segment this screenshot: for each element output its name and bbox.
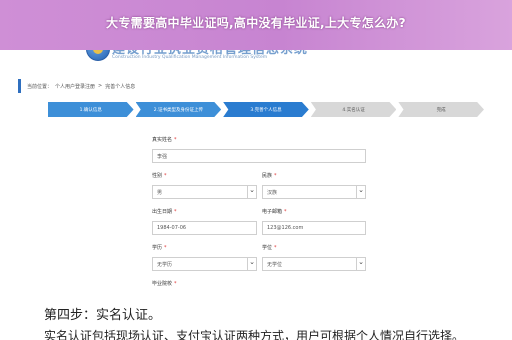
step-body: 实名认证包括现场认证、支付宝认证两种方式，用户可根据个人情况自行选择。 <box>44 329 465 340</box>
progress-steps: 1.确认信息 2.证书类型及身份证上传 3.完善个人信息 4.实名认证 完成 <box>48 102 486 117</box>
gender-label: 性别 * <box>152 173 167 179</box>
breadcrumb-item-login[interactable]: 个人用户登录注册 <box>55 83 95 90</box>
step-heading: 第四步：实名认证。 <box>44 308 162 323</box>
degree-select[interactable]: 无学位 <box>262 257 366 271</box>
breadcrumb-prefix: 当前位置： <box>27 83 53 90</box>
email-label: 电子邮箱 * <box>262 209 287 215</box>
real-name-input[interactable]: 李强 <box>152 149 366 163</box>
breadcrumb-item-current: 完善个人信息 <box>105 83 136 90</box>
email-input[interactable]: 123@126.com <box>262 221 366 235</box>
real-name-label: 真实姓名 * <box>152 137 177 143</box>
school-label: 毕业院校 * <box>152 281 177 287</box>
article-text: 第四步：实名认证。 实名认证包括现场认证、支付宝认证两种方式，用户可根据个人情况… <box>0 296 512 340</box>
screenshot-panel: 建设行业执业资格管理信息系统 Construction Industry Qua… <box>18 28 496 296</box>
education-label: 学历 * <box>152 245 167 251</box>
step-verification: 4.实名认证 <box>310 102 397 117</box>
degree-label: 学位 * <box>262 245 277 251</box>
breadcrumb-separator: > <box>98 83 103 89</box>
ethnicity-select[interactable]: 汉族 <box>262 185 366 199</box>
ethnicity-label: 民族 * <box>262 173 277 179</box>
birth-date-input[interactable]: 1984-07-06 <box>152 221 257 235</box>
step-personal-info: 3.完善个人信息 <box>223 102 309 117</box>
gender-select[interactable]: 男 <box>152 185 257 199</box>
step-upload: 2.证书类型及身份证上传 <box>135 102 222 117</box>
breadcrumb: 当前位置： 个人用户登录注册 > 完善个人信息 <box>18 79 496 93</box>
step-confirm: 1.确认信息 <box>48 102 134 117</box>
site-subtitle: Construction Industry Qualification Mana… <box>112 55 268 60</box>
education-select[interactable]: 无学历 <box>152 257 257 271</box>
step-complete: 完成 <box>398 102 484 117</box>
banner-title: 大专需要高中毕业证吗,高中没有毕业证,上大专怎么办? <box>106 16 406 30</box>
birth-date-label: 出生日期 * <box>152 209 177 215</box>
title-banner: 大专需要高中毕业证吗,高中没有毕业证,上大专怎么办? <box>0 0 512 50</box>
